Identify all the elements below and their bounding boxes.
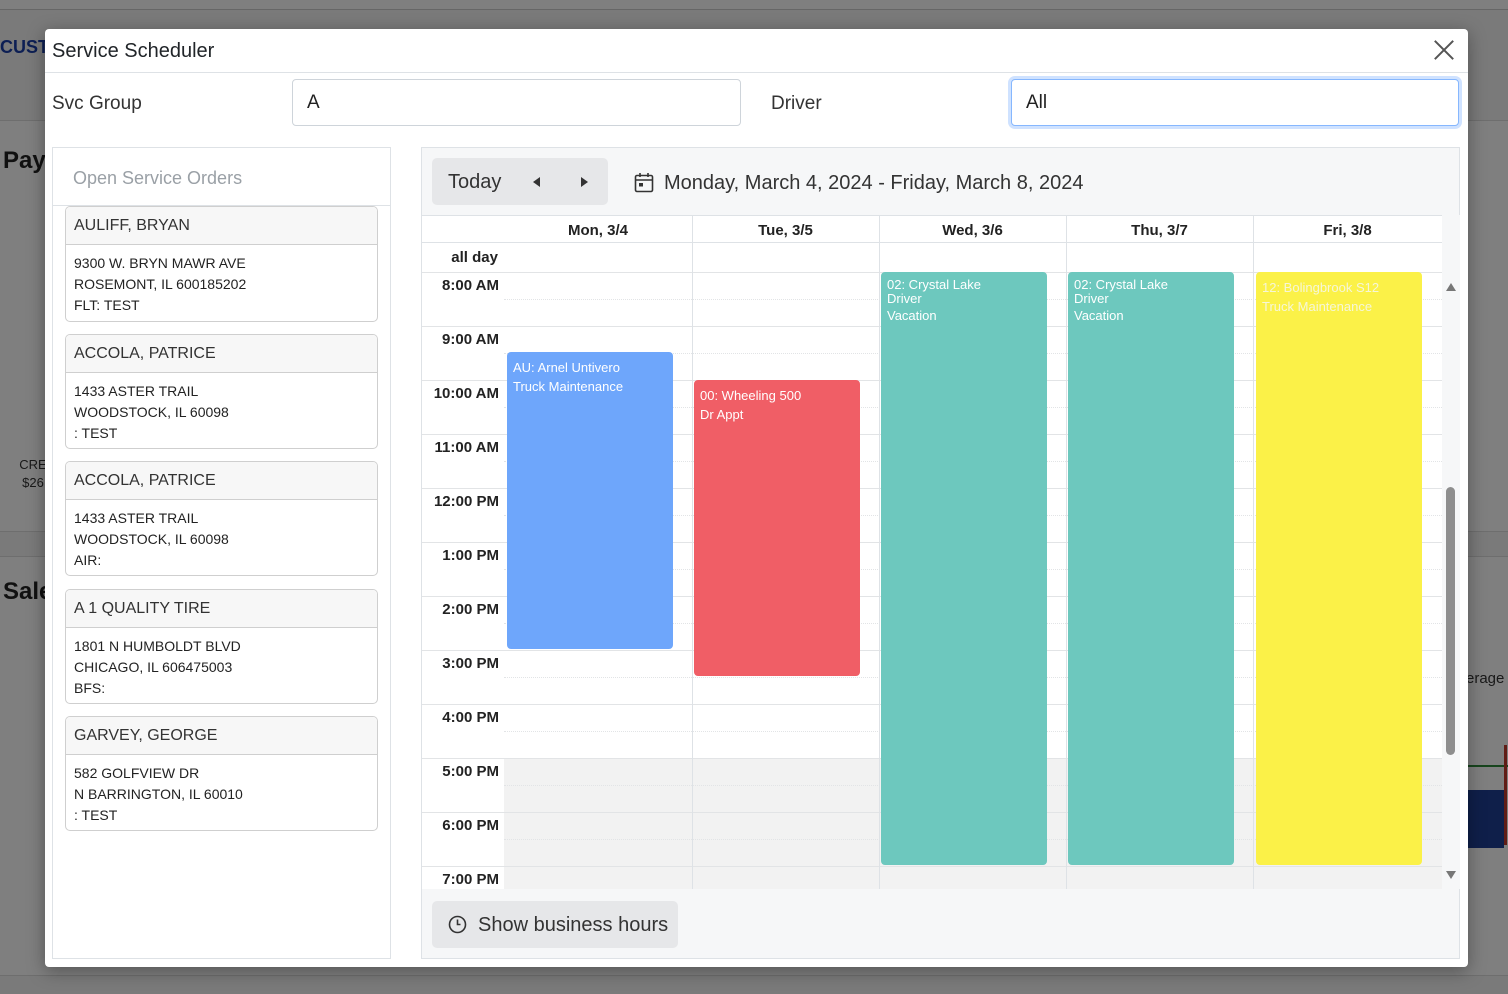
- calendar-icon[interactable]: [634, 172, 654, 193]
- order-customer-name: ACCOLA, PATRICE: [66, 462, 377, 500]
- day-divider: [692, 216, 693, 889]
- calendar-event[interactable]: 12: Bolingbrook S12 Truck Maintenance: [1256, 272, 1422, 865]
- order-city-line: WOODSTOCK, IL 60098: [74, 404, 229, 420]
- driver-input[interactable]: [1011, 79, 1459, 126]
- order-details: 9300 W. BRYN MAWR AVE ROSEMONT, IL 60018…: [66, 245, 377, 321]
- clock-icon: [448, 915, 467, 934]
- service-order-card[interactable]: GARVEY, GEORGE 582 GOLFVIEW DR N BARRING…: [65, 716, 378, 831]
- modal-header: Service Scheduler: [45, 29, 1468, 73]
- order-note-line: BFS:: [74, 680, 106, 696]
- event-description: Vacation: [887, 308, 937, 323]
- order-city-line: N BARRINGTON, IL 60010: [74, 786, 243, 802]
- order-details: 1801 N HUMBOLDT BLVD CHICAGO, IL 6064750…: [66, 628, 377, 703]
- service-order-card[interactable]: A 1 QUALITY TIRE 1801 N HUMBOLDT BLVD CH…: [65, 589, 378, 704]
- calendar-event[interactable]: AU: Arnel Untivero Truck Maintenance: [507, 352, 673, 649]
- order-customer-name: GARVEY, GEORGE: [66, 717, 377, 755]
- caret-left-icon[interactable]: [530, 175, 544, 189]
- hour-label: 5:00 PM: [442, 763, 499, 780]
- hour-label: 9:00 AM: [442, 331, 499, 348]
- scroll-up-arrow-icon[interactable]: [1446, 283, 1456, 291]
- order-address-line: 1433 ASTER TRAIL: [74, 383, 199, 399]
- day-header-thu: Thu, 3/7: [1066, 216, 1253, 243]
- show-business-hours-button[interactable]: Show business hours: [432, 901, 678, 948]
- calendar-event[interactable]: 02: Crystal Lake Driver Vacation: [881, 272, 1047, 865]
- service-order-card[interactable]: AULIFF, BRYAN 9300 W. BRYN MAWR AVE ROSE…: [65, 206, 378, 322]
- open-service-orders-panel: Open Service Orders AULIFF, BRYAN 9300 W…: [52, 147, 391, 959]
- event-description: Dr Appt: [700, 407, 744, 422]
- event-title: 00: Wheeling 500: [700, 388, 802, 403]
- day-divider: [1253, 216, 1254, 889]
- time-axis-header: [422, 216, 504, 243]
- driver-label: Driver: [771, 93, 822, 114]
- week-grid: Mon, 3/4 Tue, 3/5 Wed, 3/6 Thu, 3/7 Fri,…: [422, 215, 1442, 889]
- open-service-orders-title: Open Service Orders: [53, 148, 390, 206]
- calendar-event[interactable]: 02: Crystal Lake Driver Vacation: [1068, 272, 1234, 865]
- hour-label: 11:00 AM: [434, 439, 499, 456]
- order-city-line: WOODSTOCK, IL 60098: [74, 531, 229, 547]
- order-customer-name: ACCOLA, PATRICE: [66, 335, 377, 373]
- hour-label: 10:00 AM: [433, 385, 499, 402]
- order-address-line: 1801 N HUMBOLDT BLVD: [74, 638, 241, 654]
- calendar-panel: Today Monday, March 4, 2024 - Friday, Ma…: [421, 147, 1460, 959]
- order-note-line: FLT: TEST: [74, 297, 140, 313]
- modal-title: Service Scheduler: [52, 40, 215, 62]
- order-city-line: CHICAGO, IL 606475003: [74, 659, 233, 675]
- today-button[interactable]: Today: [448, 171, 501, 194]
- svc-group-label: Svc Group: [52, 93, 142, 114]
- service-order-card[interactable]: ACCOLA, PATRICE 1433 ASTER TRAIL WOODSTO…: [65, 334, 378, 449]
- day-header-tue: Tue, 3/5: [692, 216, 879, 243]
- service-order-card[interactable]: ACCOLA, PATRICE 1433 ASTER TRAIL WOODSTO…: [65, 461, 378, 576]
- caret-right-icon[interactable]: [577, 175, 591, 189]
- hour-label: 8:00 AM: [442, 277, 499, 294]
- order-details: 1433 ASTER TRAIL WOODSTOCK, IL 60098 : T…: [66, 373, 377, 448]
- hour-label: 1:00 PM: [442, 547, 499, 564]
- order-address-line: 9300 W. BRYN MAWR AVE: [74, 255, 246, 271]
- order-city-line: ROSEMONT, IL 600185202: [74, 276, 247, 292]
- order-customer-name: A 1 QUALITY TIRE: [66, 590, 377, 628]
- day-divider: [1066, 216, 1067, 889]
- order-address-line: 582 GOLFVIEW DR: [74, 765, 200, 781]
- hour-label: 3:00 PM: [442, 655, 499, 672]
- order-note-line: AIR:: [74, 552, 102, 568]
- scroll-down-arrow-icon[interactable]: [1446, 871, 1456, 879]
- hour-gridline: [422, 866, 1442, 867]
- day-header-fri: Fri, 3/8: [1253, 216, 1442, 243]
- event-description: Vacation: [1074, 308, 1124, 323]
- event-description: Truck Maintenance: [513, 379, 624, 394]
- hour-label: 4:00 PM: [442, 709, 499, 726]
- show-business-hours-label: Show business hours: [478, 914, 669, 936]
- date-range-label: Monday, March 4, 2024 - Friday, March 8,…: [664, 172, 1084, 194]
- day-header-wed: Wed, 3/6: [879, 216, 1066, 243]
- order-details: 1433 ASTER TRAIL WOODSTOCK, IL 60098 AIR…: [66, 500, 377, 575]
- event-subtitle: Driver: [887, 291, 922, 306]
- scrollbar-thumb[interactable]: [1446, 487, 1455, 755]
- day-header-mon: Mon, 3/4: [504, 216, 692, 243]
- order-note-line: : TEST: [74, 807, 118, 823]
- service-scheduler-modal: Service Scheduler Svc Group Driver Open …: [45, 29, 1468, 967]
- order-note-line: : TEST: [74, 425, 118, 441]
- hour-label: 7:00 PM: [442, 871, 499, 888]
- order-customer-name: AULIFF, BRYAN: [66, 207, 377, 245]
- event-subtitle: Driver: [1074, 291, 1109, 306]
- hour-label: 2:00 PM: [442, 601, 499, 618]
- order-details: 582 GOLFVIEW DR N BARRINGTON, IL 60010 :…: [66, 755, 377, 830]
- close-icon[interactable]: [1428, 35, 1458, 65]
- calendar-event[interactable]: 00: Wheeling 500 Dr Appt: [694, 380, 860, 676]
- calendar-scrollbar[interactable]: [1442, 215, 1460, 889]
- calendar-nav-group: Today: [432, 158, 608, 205]
- event-description: Truck Maintenance: [1262, 299, 1373, 314]
- all-day-label: all day: [451, 249, 498, 266]
- event-title: 02: Crystal Lake: [1074, 277, 1168, 292]
- event-title: 02: Crystal Lake: [887, 277, 981, 292]
- svc-group-input[interactable]: [292, 79, 741, 126]
- hour-label: 6:00 PM: [442, 817, 499, 834]
- order-address-line: 1433 ASTER TRAIL: [74, 510, 199, 526]
- day-divider: [879, 216, 880, 889]
- event-title: 12: Bolingbrook S12: [1262, 280, 1380, 295]
- event-title: AU: Arnel Untivero: [513, 360, 620, 375]
- hour-label: 12:00 PM: [433, 493, 499, 510]
